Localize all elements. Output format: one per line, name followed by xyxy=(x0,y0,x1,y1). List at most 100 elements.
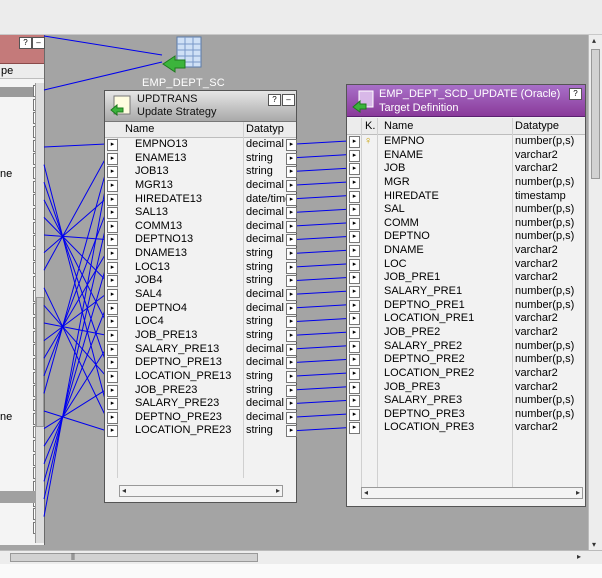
updtrans-horizontal-scrollbar[interactable]: ◂ ▸ xyxy=(119,485,283,497)
target-column-row[interactable]: ▸ COMM number(p,s) xyxy=(347,217,585,231)
input-port-icon[interactable]: ▸ xyxy=(349,149,360,162)
input-port-icon[interactable]: ▸ xyxy=(107,220,118,233)
column-key-header[interactable]: K. xyxy=(365,120,375,132)
port-row[interactable]: ▸ JOB4 string ▸ xyxy=(105,274,297,288)
input-port-icon[interactable]: ▸ xyxy=(349,367,360,380)
input-port-icon[interactable]: ▸ xyxy=(349,163,360,176)
port-row[interactable]: ▸ SALARY_PRE13 decimal ▸ xyxy=(105,343,297,357)
input-port-icon[interactable]: ▸ xyxy=(107,193,118,206)
scroll-down-icon[interactable]: ▾ xyxy=(592,540,596,549)
target-column-row[interactable]: ▸ ENAME varchar2 xyxy=(347,149,585,163)
output-port-icon[interactable]: ▸ xyxy=(286,220,297,233)
output-port-icon[interactable]: ▸ xyxy=(286,207,297,220)
port-row[interactable]: ▸ DEPTNO_PRE23 decimal ▸ xyxy=(105,411,297,425)
target-header[interactable]: EMP_DEPT_SCD_UPDATE (Oracle) Target Defi… xyxy=(347,85,585,117)
target-column-row[interactable]: ▸ SALARY_PRE2 number(p,s) xyxy=(347,340,585,354)
target-column-row[interactable]: ▸ SAL number(p,s) xyxy=(347,203,585,217)
input-port-icon[interactable]: ▸ xyxy=(107,234,118,247)
output-port-icon[interactable]: ▸ xyxy=(286,152,297,165)
output-port-icon[interactable]: ▸ xyxy=(286,234,297,247)
input-port-icon[interactable]: ▸ xyxy=(107,139,118,151)
target-column-row[interactable]: ▸ DEPTNO_PRE2 number(p,s) xyxy=(347,353,585,367)
output-port-icon[interactable]: ▸ xyxy=(286,275,297,288)
target-column-row[interactable]: ▸ ♀ EMPNO number(p,s) xyxy=(347,135,585,149)
input-port-icon[interactable]: ▸ xyxy=(349,299,360,312)
port-row[interactable]: ▸ LOC13 string ▸ xyxy=(105,261,297,275)
input-port-icon[interactable]: ▸ xyxy=(107,302,118,315)
input-port-icon[interactable]: ▸ xyxy=(349,408,360,421)
port-row[interactable]: ▸ JOB13 string ▸ xyxy=(105,165,297,179)
output-port-icon[interactable]: ▸ xyxy=(286,248,297,261)
input-port-icon[interactable]: ▸ xyxy=(107,411,118,424)
input-port-icon[interactable]: ▸ xyxy=(349,217,360,230)
input-port-icon[interactable]: ▸ xyxy=(107,329,118,342)
output-port-icon[interactable]: ▸ xyxy=(286,261,297,274)
canvas-vertical-scrollbar[interactable]: ▴ ▾ xyxy=(588,35,602,550)
scroll-right-icon[interactable]: ▸ xyxy=(576,488,580,497)
target-column-row[interactable]: ▸ JOB_PRE1 varchar2 xyxy=(347,271,585,285)
target-column-row[interactable]: ▸ LOC varchar2 xyxy=(347,258,585,272)
column-datatype-header[interactable]: Datatyp xyxy=(246,123,284,135)
input-port-icon[interactable]: ▸ xyxy=(107,248,118,261)
target-column-row[interactable]: ▸ DNAME varchar2 xyxy=(347,244,585,258)
horizontal-scroll-thumb[interactable]: ⦀ xyxy=(10,552,258,562)
output-port-icon[interactable]: ▸ xyxy=(286,343,297,356)
column-datatype-header[interactable]: Datatype xyxy=(515,120,559,132)
output-port-icon[interactable]: ▸ xyxy=(286,302,297,315)
vertical-scroll-thumb[interactable] xyxy=(591,49,600,179)
column-name-header[interactable]: Name xyxy=(125,123,154,135)
target-column-row[interactable]: ▸ JOB_PRE2 varchar2 xyxy=(347,326,585,340)
target-column-row[interactable]: ▸ JOB varchar2 xyxy=(347,162,585,176)
input-port-icon[interactable]: ▸ xyxy=(107,152,118,165)
updtrans-transformation[interactable]: UPDTRANS Update Strategy ? – Name Dataty… xyxy=(104,90,297,503)
input-port-icon[interactable]: ▸ xyxy=(349,136,360,148)
target-horizontal-scrollbar[interactable]: ◂ ▸ xyxy=(361,487,583,499)
target-column-row[interactable]: ▸ DEPTNO number(p,s) xyxy=(347,230,585,244)
input-port-icon[interactable]: ▸ xyxy=(349,272,360,285)
target-column-row[interactable]: ▸ LOCATION_PRE2 varchar2 xyxy=(347,367,585,381)
updtrans-header[interactable]: UPDTRANS Update Strategy ? – xyxy=(105,91,296,122)
target-column-row[interactable]: ▸ LOCATION_PRE1 varchar2 xyxy=(347,312,585,326)
port-row[interactable]: ▸ SAL13 decimal ▸ xyxy=(105,206,297,220)
input-port-icon[interactable]: ▸ xyxy=(107,384,118,397)
target-column-row[interactable]: ▸ DEPTNO_PRE3 number(p,s) xyxy=(347,408,585,422)
output-port-icon[interactable]: ▸ xyxy=(286,370,297,383)
scroll-up-icon[interactable]: ▴ xyxy=(592,36,596,45)
port-row[interactable]: ▸ DEPTNO4 decimal ▸ xyxy=(105,302,297,316)
port-row[interactable]: ▸ COMM13 decimal ▸ xyxy=(105,220,297,234)
port-row[interactable]: ▸ SALARY_PRE23 decimal ▸ xyxy=(105,397,297,411)
input-port-icon[interactable]: ▸ xyxy=(349,422,360,435)
scroll-right-icon[interactable]: ▸ xyxy=(577,552,581,561)
strategy-icon-label[interactable]: EMP_DEPT_SC xyxy=(142,77,225,89)
target-column-row[interactable]: ▸ DEPTNO_PRE1 number(p,s) xyxy=(347,299,585,313)
input-port-icon[interactable]: ▸ xyxy=(349,381,360,394)
column-name-header[interactable]: Name xyxy=(384,120,413,132)
input-port-icon[interactable]: ▸ xyxy=(349,286,360,299)
input-port-icon[interactable]: ▸ xyxy=(107,166,118,179)
output-port-icon[interactable]: ▸ xyxy=(286,425,297,438)
input-port-icon[interactable]: ▸ xyxy=(349,231,360,244)
target-column-row[interactable]: ▸ MGR number(p,s) xyxy=(347,176,585,190)
input-port-icon[interactable]: ▸ xyxy=(349,395,360,408)
input-port-icon[interactable]: ▸ xyxy=(107,261,118,274)
target-column-row[interactable]: ▸ SALARY_PRE1 number(p,s) xyxy=(347,285,585,299)
canvas-horizontal-scrollbar[interactable]: ⦀ ▸ xyxy=(0,550,602,564)
input-port-icon[interactable]: ▸ xyxy=(107,207,118,220)
input-port-icon[interactable]: ▸ xyxy=(349,326,360,339)
port-row[interactable]: ▸ JOB_PRE13 string ▸ xyxy=(105,329,297,343)
input-port-icon[interactable]: ▸ xyxy=(349,258,360,271)
output-port-icon[interactable]: ▸ xyxy=(286,316,297,329)
port-row[interactable]: ▸ JOB_PRE23 string ▸ xyxy=(105,384,297,398)
port-row[interactable]: ▸HIREDATE13date/time▸ xyxy=(105,193,297,207)
input-port-icon[interactable]: ▸ xyxy=(349,245,360,258)
port-row[interactable]: ▸ DEPTNO13 decimal ▸ xyxy=(105,233,297,247)
port-row[interactable]: ▸ DEPTNO_PRE13 decimal ▸ xyxy=(105,356,297,370)
output-port-icon[interactable]: ▸ xyxy=(286,411,297,424)
input-port-icon[interactable]: ▸ xyxy=(349,313,360,326)
input-port-icon[interactable]: ▸ xyxy=(349,204,360,217)
target-column-row[interactable]: ▸ LOCATION_PRE3 varchar2 xyxy=(347,421,585,435)
output-port-icon[interactable]: ▸ xyxy=(286,384,297,397)
output-port-icon[interactable]: ▸ xyxy=(286,139,297,151)
output-port-icon[interactable]: ▸ xyxy=(286,329,297,342)
port-row[interactable]: ▸ SAL4 decimal ▸ xyxy=(105,288,297,302)
